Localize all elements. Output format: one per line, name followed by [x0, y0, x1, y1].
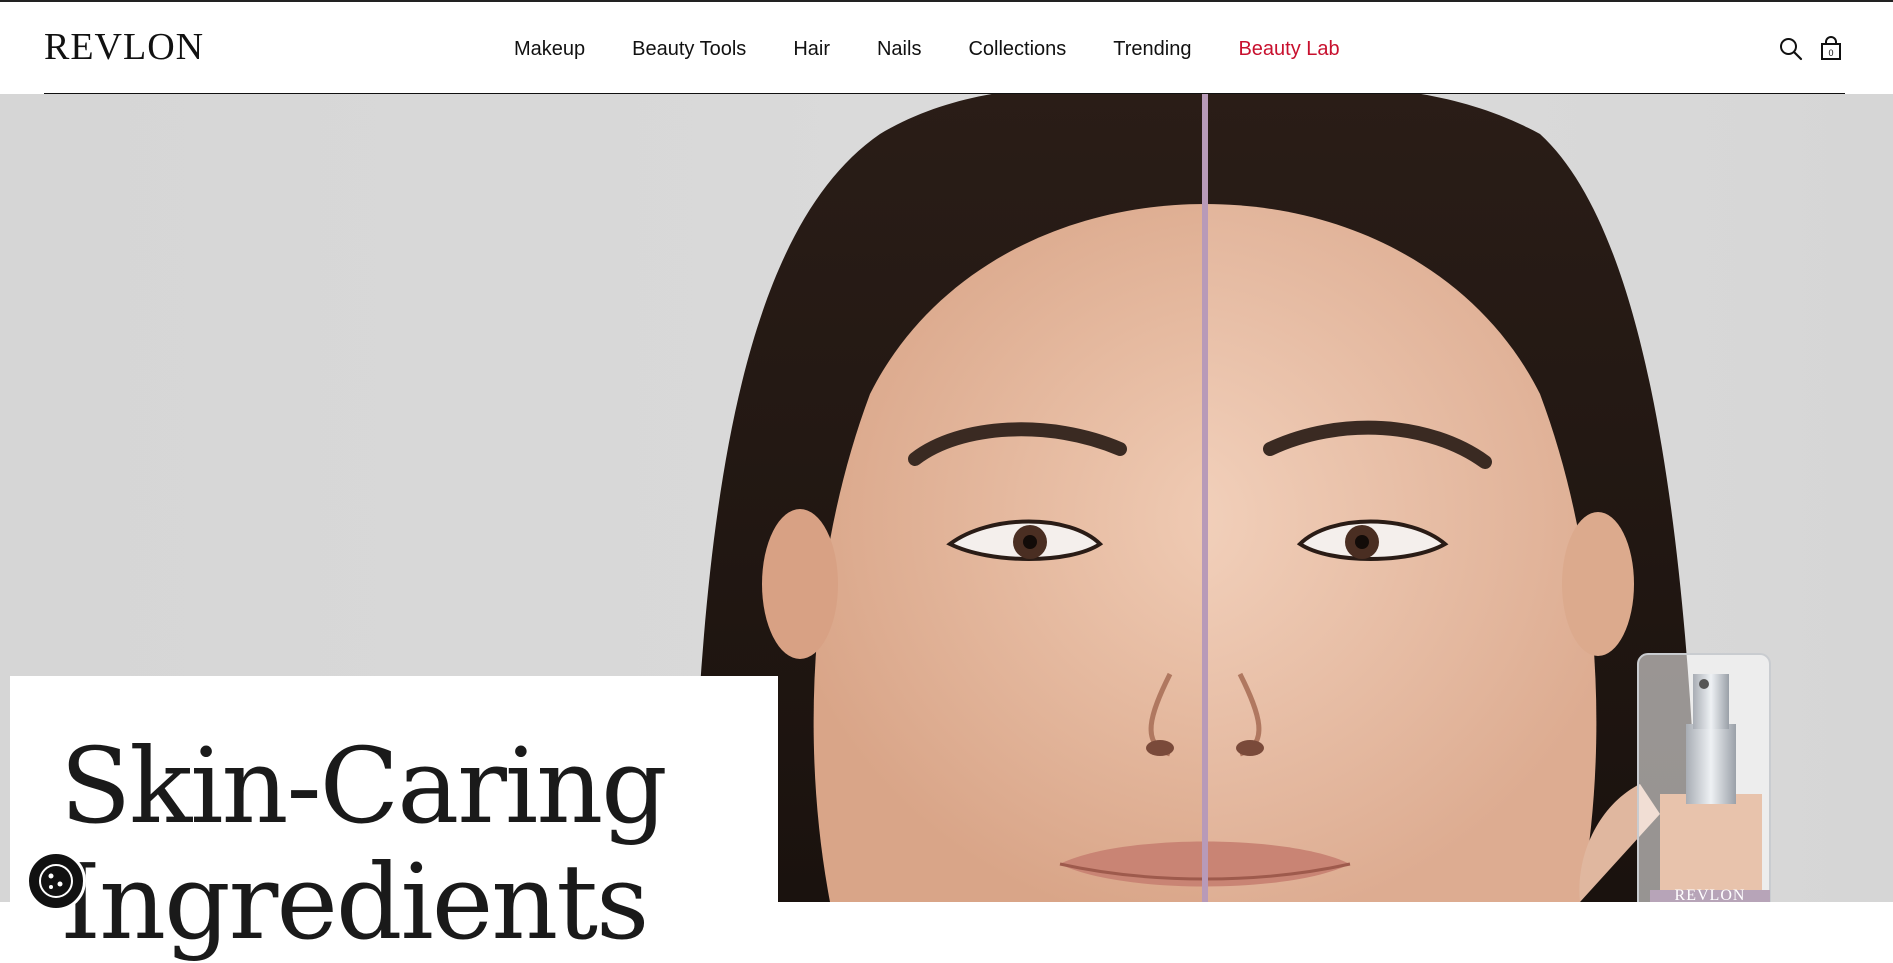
- nav-item-beauty-tools[interactable]: Beauty Tools: [632, 38, 746, 61]
- cookie-settings-button[interactable]: [26, 851, 86, 911]
- nav-item-collections[interactable]: Collections: [968, 38, 1066, 61]
- main-nav: Makeup Beauty Tools Hair Nails Collectio…: [514, 38, 1387, 61]
- nav-item-beauty-lab[interactable]: Beauty Lab: [1238, 38, 1339, 61]
- headline-line-1: Skin-Caring: [60, 725, 668, 847]
- bag-count: 0: [1828, 48, 1833, 58]
- site-header: REVLON Makeup Beauty Tools Hair Nails Co…: [0, 2, 1893, 95]
- nav-item-nails[interactable]: Nails: [877, 38, 921, 61]
- bottle-label: REVLON: [1675, 887, 1746, 902]
- revlon-logo[interactable]: REVLON: [44, 28, 204, 66]
- nav-item-trending[interactable]: Trending: [1113, 38, 1191, 61]
- hero-headline: Skin-Caring Ingredients: [60, 725, 668, 963]
- cookie-icon: [39, 864, 73, 898]
- shopping-bag-icon[interactable]: 0: [1818, 36, 1844, 62]
- search-icon[interactable]: [1778, 36, 1804, 62]
- nav-item-hair[interactable]: Hair: [793, 38, 830, 61]
- headline-card: Skin-Caring Ingredients: [10, 676, 778, 960]
- nav-item-makeup[interactable]: Makeup: [514, 38, 585, 61]
- headline-line-2: Ingredients: [60, 841, 649, 963]
